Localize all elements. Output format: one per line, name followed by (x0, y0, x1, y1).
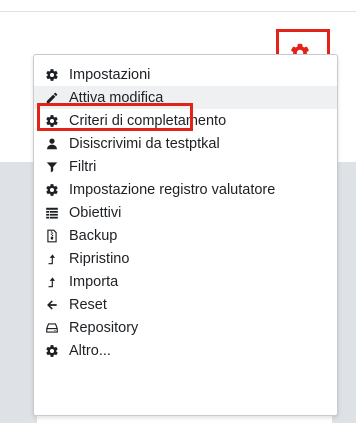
menu-item-obiettivi[interactable]: Obiettivi (34, 201, 337, 224)
menu-item-label: Filtri (69, 158, 97, 175)
menu-item-disiscrivimi[interactable]: Disiscrivimi da testptkal (34, 132, 337, 155)
menu-item-label: Ripristino (69, 250, 130, 267)
level-up-icon (44, 274, 60, 290)
list-icon (44, 205, 60, 221)
menu-item-filtri[interactable]: Filtri (34, 155, 337, 178)
file-archive-icon (44, 228, 60, 244)
header-divider (0, 11, 356, 12)
menu-item-label: Obiettivi (69, 204, 122, 221)
menu-item-ripristino[interactable]: Ripristino (34, 247, 337, 270)
arrow-left-icon (44, 297, 60, 313)
gear-icon (44, 113, 60, 129)
menu-item-altro[interactable]: Altro... (34, 339, 337, 362)
menu-item-repository[interactable]: Repository (34, 316, 337, 339)
menu-item-label: Impostazioni (69, 66, 151, 83)
level-up-icon (44, 251, 60, 267)
menu-item-impostazioni[interactable]: Impostazioni (34, 63, 337, 86)
menu-item-label: Criteri di completamento (69, 112, 227, 129)
menu-item-criteri-completamento[interactable]: Criteri di completamento (34, 109, 337, 132)
pencil-icon (44, 90, 60, 106)
menu-item-label: Reset (69, 296, 107, 313)
settings-dropdown-menu: Impostazioni Attiva modifica Criteri di … (33, 54, 338, 416)
menu-item-label: Altro... (69, 342, 111, 359)
menu-item-attiva-modifica[interactable]: Attiva modifica (34, 86, 337, 109)
user-icon (44, 136, 60, 152)
menu-item-importa[interactable]: Importa (34, 270, 337, 293)
filter-icon (44, 159, 60, 175)
menu-item-reset[interactable]: Reset (34, 293, 337, 316)
menu-item-impostazione-registro[interactable]: Impostazione registro valutatore (34, 178, 337, 201)
menu-item-label: Repository (69, 319, 139, 336)
menu-item-label: Attiva modifica (69, 89, 164, 106)
menu-item-label: Disiscrivimi da testptkal (69, 135, 220, 152)
menu-item-label: Impostazione registro valutatore (69, 181, 276, 198)
gear-icon (44, 67, 60, 83)
drive-icon (44, 320, 60, 336)
menu-item-label: Backup (69, 227, 118, 244)
gear-icon (44, 182, 60, 198)
menu-item-label: Importa (69, 273, 119, 290)
menu-item-backup[interactable]: Backup (34, 224, 337, 247)
gear-icon (44, 343, 60, 359)
